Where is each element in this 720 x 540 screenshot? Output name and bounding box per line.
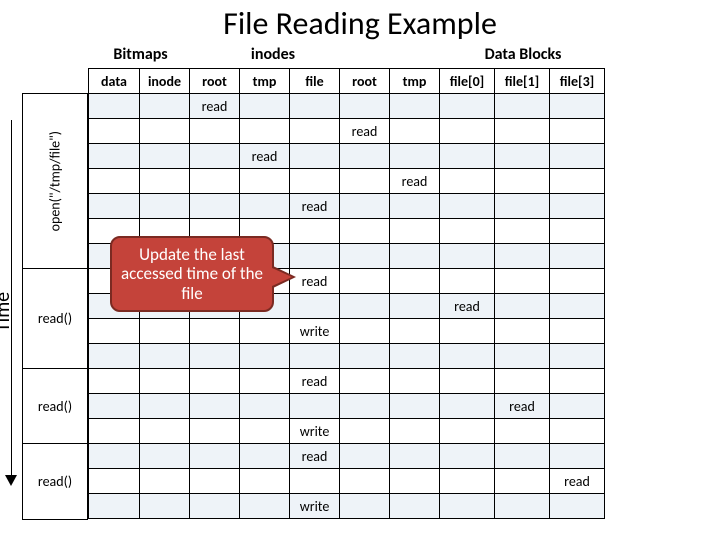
row-label-read3: read() — [22, 444, 88, 520]
op-cell: read — [290, 369, 340, 394]
row-label-spacer — [22, 68, 88, 93]
table-row: read — [89, 119, 605, 144]
table-header-row: data inode root tmp file root tmp file[0… — [89, 69, 605, 94]
col-inode-file: file — [290, 69, 340, 94]
col-data-file3: file[3] — [550, 69, 605, 94]
col-data-tmp: tmp — [390, 69, 440, 94]
arrow-down-icon — [5, 475, 17, 486]
op-cell: write — [290, 319, 340, 344]
time-axis: Time — [1, 120, 21, 500]
col-data: data — [89, 69, 140, 94]
col-data-file0: file[0] — [440, 69, 495, 94]
row-label-open: open("/tmp/file") — [22, 93, 88, 269]
op-cell: read — [440, 294, 495, 319]
time-axis-label: Time — [0, 292, 15, 332]
op-cell: read — [340, 119, 390, 144]
table-row: read — [89, 469, 605, 494]
op-cell: read — [290, 444, 340, 469]
op-cell: read — [240, 144, 290, 169]
row-labels: open("/tmp/file") read() read() read() — [22, 68, 88, 520]
op-cell: read — [290, 194, 340, 219]
op-cell: read — [495, 394, 550, 419]
op-cell: read — [190, 94, 240, 119]
col-data-file1: file[1] — [495, 69, 550, 94]
table-row: write — [89, 494, 605, 519]
op-cell: read — [390, 169, 440, 194]
col-inode: inode — [140, 69, 190, 94]
row-label-read1: read() — [22, 269, 88, 369]
table-row: write — [89, 419, 605, 444]
group-datablocks: Data Blocks — [353, 45, 693, 64]
table-row: read — [89, 394, 605, 419]
op-cell: write — [290, 419, 340, 444]
group-inodes: inodes — [193, 45, 353, 64]
table-row: read — [89, 444, 605, 469]
op-cell: read — [290, 269, 340, 294]
col-inode-root: root — [190, 69, 240, 94]
table-row: read — [89, 144, 605, 169]
table-row: read — [89, 94, 605, 119]
time-axis-line — [11, 120, 12, 475]
group-bitmaps: Bitmaps — [88, 45, 193, 64]
row-label-read2: read() — [22, 369, 88, 444]
table-row: read — [89, 169, 605, 194]
callout-annotation: Update the last accessed time of the fil… — [110, 236, 274, 312]
col-data-root: root — [340, 69, 390, 94]
table-row — [89, 344, 605, 369]
table-row: write — [89, 319, 605, 344]
table-row: read — [89, 194, 605, 219]
op-cell: write — [290, 494, 340, 519]
col-inode-tmp: tmp — [240, 69, 290, 94]
table-row: read — [89, 369, 605, 394]
callout-pointer-icon — [272, 268, 292, 286]
slide-title: File Reading Example — [0, 0, 720, 45]
op-cell: read — [550, 469, 605, 494]
column-group-headers: Bitmaps inodes Data Blocks — [88, 45, 720, 64]
